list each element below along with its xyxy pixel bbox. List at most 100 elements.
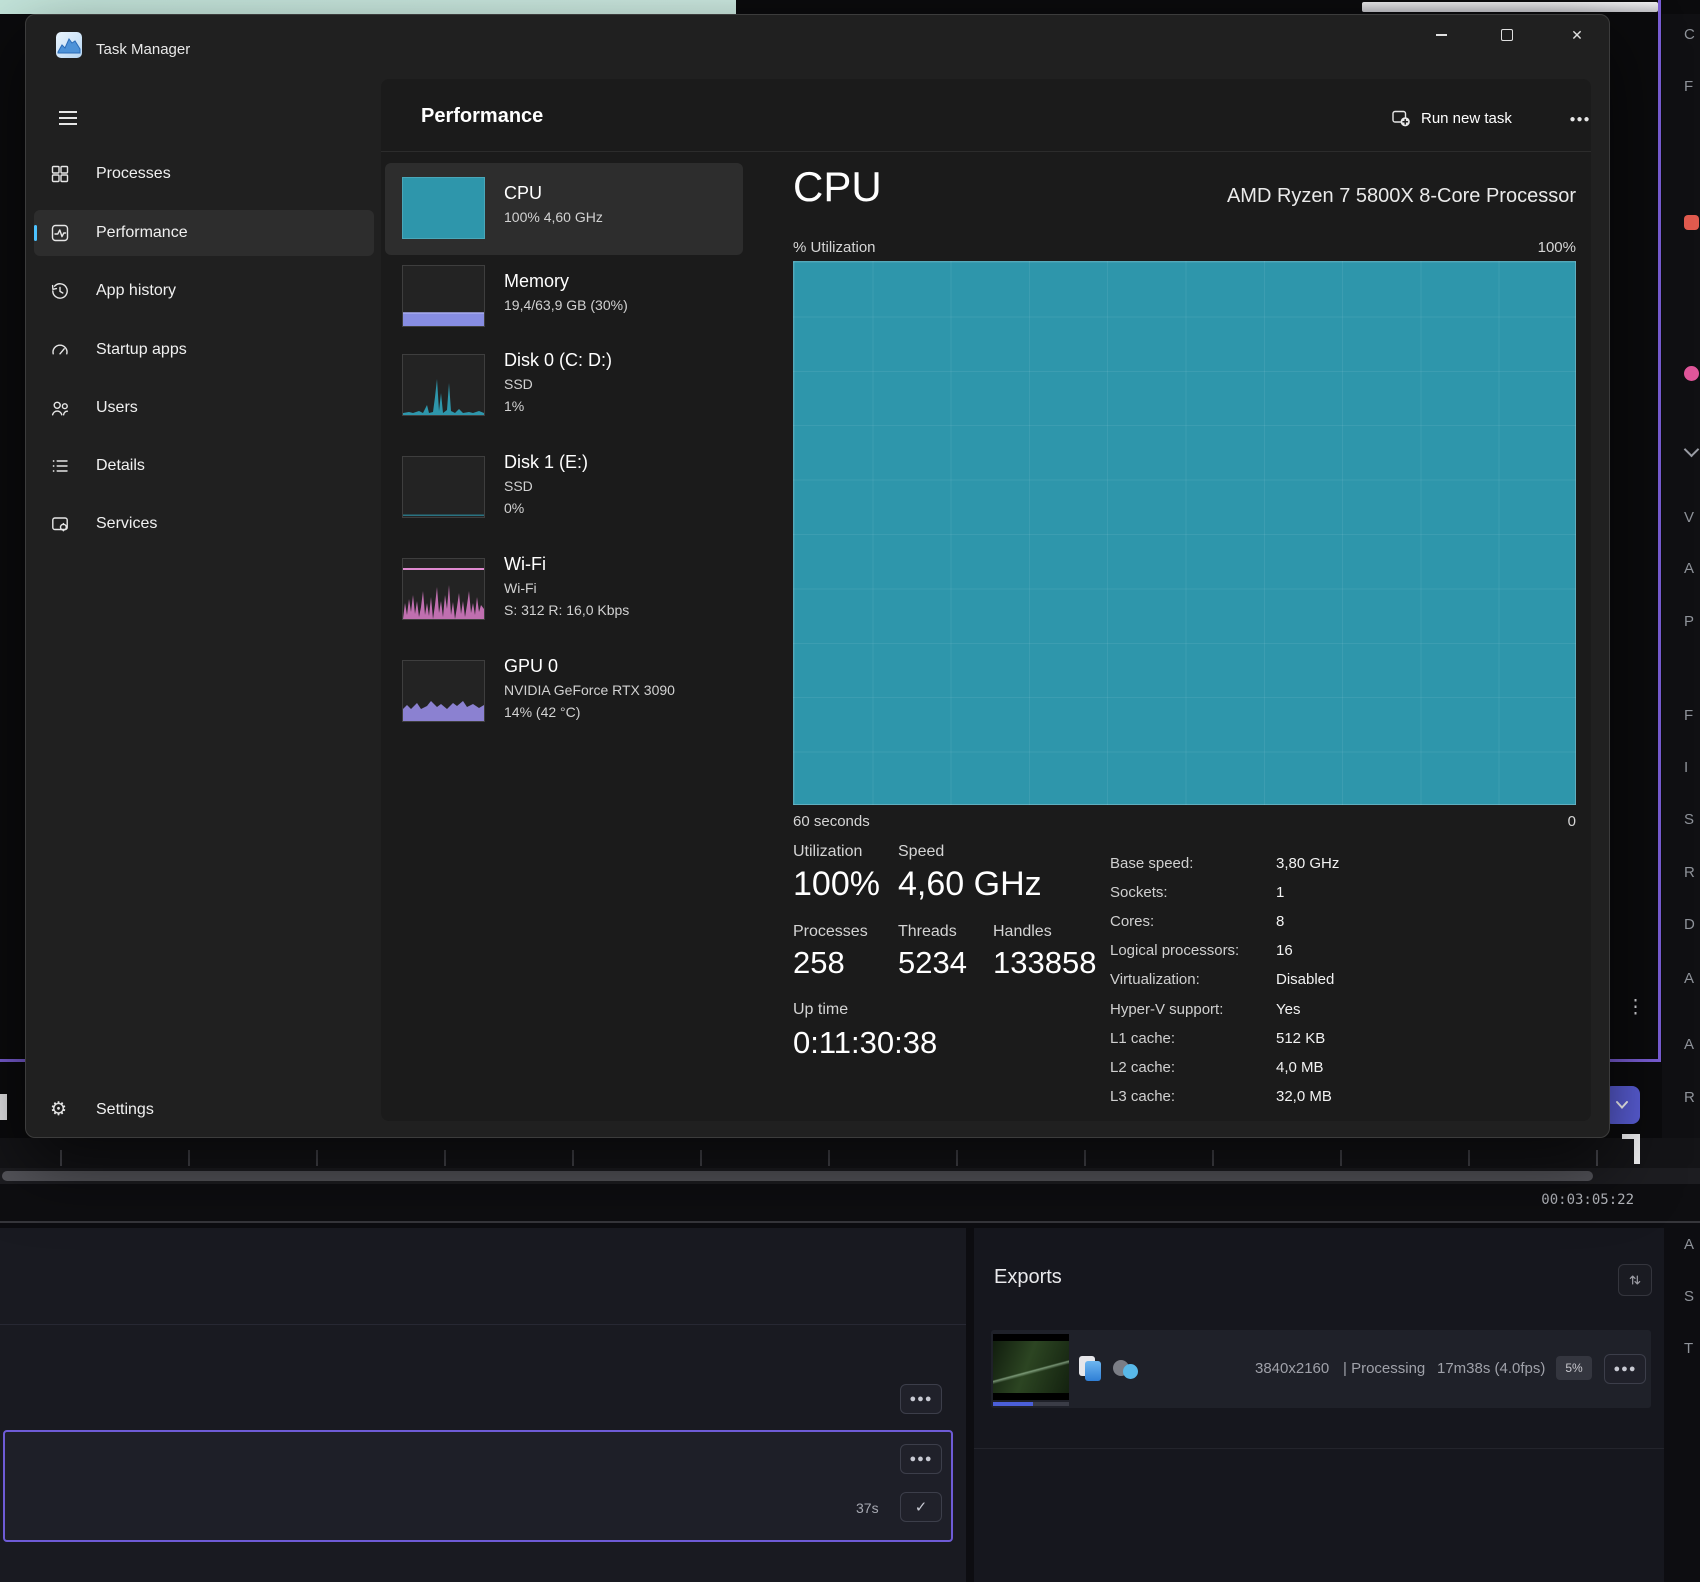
memory-sparkline <box>402 265 485 327</box>
right-panel-label: C <box>1684 26 1700 43</box>
navigation-menu-button[interactable] <box>50 100 86 136</box>
more-options-button[interactable]: ●●● <box>1563 107 1597 131</box>
exports-sort-button[interactable] <box>1618 1264 1652 1296</box>
task-manager-window: Task Manager ✕ Processes Performance <box>25 14 1610 1138</box>
chevron-down-icon <box>1615 1100 1629 1110</box>
timeline-ruler[interactable] <box>0 1138 1700 1168</box>
stat-value: 258 <box>793 945 845 981</box>
spec-label: L3 cache: <box>1110 1088 1276 1105</box>
stat-label: Processes <box>793 923 868 941</box>
spec-value: 512 KB <box>1276 1030 1325 1047</box>
spec-value: 32,0 MB <box>1276 1088 1332 1105</box>
perf-item-detail: 1% <box>504 395 612 417</box>
stat-value: 5234 <box>898 945 967 981</box>
spec-value: Yes <box>1276 1001 1300 1018</box>
sidebar-item-processes[interactable]: Processes <box>34 151 374 197</box>
chart-y-axis-label: % Utilization <box>793 239 876 256</box>
close-button[interactable]: ✕ <box>1554 15 1600 55</box>
timeline-end-bracket[interactable] <box>1634 1134 1640 1164</box>
window-title: Task Manager <box>96 41 190 58</box>
kebab-menu-icon[interactable]: ⋮ <box>1626 996 1645 1019</box>
wifi-sparkline <box>402 558 485 620</box>
stat-label: Threads <box>898 923 957 941</box>
sidebar-item-label: Details <box>96 457 145 475</box>
perf-item-detail: 14% (42 °C) <box>504 701 675 723</box>
perf-item-detail: S: 312 R: 16,0 Kbps <box>504 599 629 621</box>
spec-value: 8 <box>1276 913 1284 930</box>
export-item-row[interactable]: 3840x2160 | Processing 17m38s (4.0fps) 5… <box>991 1330 1651 1408</box>
sidebar-item-label: Settings <box>96 1101 154 1119</box>
right-panel-label: V <box>1684 509 1700 526</box>
sidebar-item-services[interactable]: Services <box>34 501 374 547</box>
right-panel-label: A <box>1684 970 1700 987</box>
spec-row: Cores: 8 <box>1110 913 1576 930</box>
selected-accent-bar <box>34 225 37 241</box>
sidebar-item-performance[interactable]: Performance <box>34 210 374 256</box>
ruler-tick <box>316 1150 318 1166</box>
clip-confirm-button[interactable]: ✓ <box>900 1492 942 1522</box>
timeline-timecode-band: 00:03:05:22 <box>0 1184 1700 1222</box>
sidebar-item-details[interactable]: Details <box>34 443 374 489</box>
sidebar-item-settings[interactable]: ⚙ Settings <box>34 1087 374 1133</box>
export-more-button[interactable]: ●●● <box>1604 1354 1646 1384</box>
ruler-tick <box>1340 1150 1342 1166</box>
perf-item-name: CPU <box>504 181 603 206</box>
disk0-sparkline <box>402 354 485 416</box>
sidebar-item-app-history[interactable]: App history <box>34 268 374 314</box>
export-progress-track <box>993 1402 1069 1406</box>
spec-row: L1 cache: 512 KB <box>1110 1030 1576 1047</box>
timeline-scrollbar-thumb[interactable] <box>2 1171 1593 1181</box>
maximize-button[interactable] <box>1484 15 1530 55</box>
right-panel-label: I <box>1684 759 1700 776</box>
divider <box>381 151 1591 152</box>
editor-panel-border-right <box>1658 0 1661 1062</box>
spec-label: Virtualization: <box>1110 971 1276 988</box>
spec-value: 1 <box>1276 884 1284 901</box>
ruler-tick <box>956 1150 958 1166</box>
export-resolution: 3840x2160 <box>1255 1360 1329 1377</box>
divider <box>0 1324 966 1325</box>
performance-icon <box>50 223 70 243</box>
right-panel-label: S <box>1684 811 1700 828</box>
timeline-scrollbar[interactable] <box>0 1168 1700 1184</box>
selected-clip-row[interactable] <box>3 1430 953 1542</box>
perf-item-detail: 0% <box>504 497 588 519</box>
stat-label: Speed <box>898 843 944 861</box>
page-title: Performance <box>421 105 543 128</box>
gpu-sparkline <box>402 660 485 722</box>
run-new-task-button[interactable]: Run new task <box>1383 101 1520 135</box>
ruler-tick <box>1212 1150 1214 1166</box>
editor-panel-border-bottom <box>1610 1059 1661 1062</box>
record-icon[interactable] <box>1684 215 1699 230</box>
marker-icon[interactable] <box>1684 366 1699 381</box>
editor-left-handle[interactable] <box>0 1094 7 1120</box>
right-panel-label: F <box>1684 707 1700 724</box>
stat-value: 4,60 GHz <box>898 865 1042 904</box>
cpu-processor-name: AMD Ryzen 7 5800X 8-Core Processor <box>993 185 1576 208</box>
export-color-icon <box>1123 1364 1138 1379</box>
spec-row: Virtualization: Disabled <box>1110 971 1576 988</box>
ruler-tick <box>1596 1150 1598 1166</box>
stat-value: 133858 <box>993 945 1096 981</box>
services-icon <box>50 514 70 534</box>
export-status: | Processing <box>1343 1360 1425 1377</box>
stat-label: Up time <box>793 1001 848 1019</box>
perf-item-detail: SSD <box>504 373 612 395</box>
sidebar-item-label: App history <box>96 282 176 300</box>
ruler-tick <box>828 1150 830 1166</box>
right-panel-label: A <box>1684 1036 1700 1053</box>
desktop: C F V A P F I S R D A A R ⋮ 00:03:05:22 <box>0 0 1700 1582</box>
spec-row: L2 cache: 4,0 MB <box>1110 1059 1576 1076</box>
clip-row-more-button[interactable]: ●●● <box>900 1444 942 1474</box>
sidebar-item-users[interactable]: Users <box>34 385 374 431</box>
minimize-button[interactable] <box>1418 15 1464 55</box>
right-panel-label: F <box>1684 78 1700 95</box>
spec-row: L3 cache: 32,0 MB <box>1110 1088 1576 1105</box>
perf-item-name: Disk 1 (E:) <box>504 450 588 475</box>
clip-row-more-button[interactable]: ●●● <box>900 1384 942 1414</box>
export-progress-bar <box>993 1402 1033 1406</box>
right-panel-label: P <box>1684 613 1700 630</box>
sidebar-item-startup-apps[interactable]: Startup apps <box>34 327 374 373</box>
spec-value: 3,80 GHz <box>1276 855 1339 872</box>
spec-row: Logical processors: 16 <box>1110 942 1576 959</box>
